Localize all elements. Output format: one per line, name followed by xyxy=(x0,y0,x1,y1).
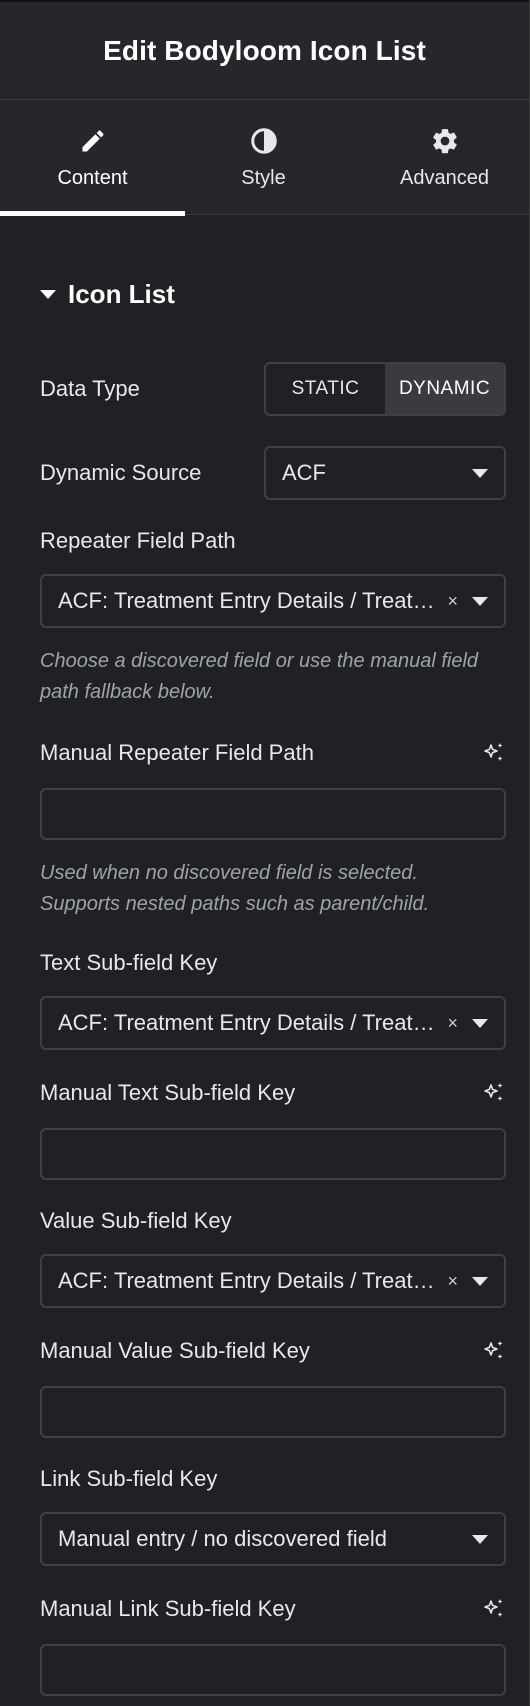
half-circle-icon xyxy=(248,125,280,157)
data-type-label: Data Type xyxy=(40,376,140,401)
chevron-down-icon xyxy=(472,596,488,606)
value-subfield-label: Value Sub-field Key xyxy=(40,1208,232,1233)
manual-repeater-input[interactable] xyxy=(40,788,506,840)
caret-down-icon xyxy=(40,289,56,299)
manual-value-subfield-input[interactable] xyxy=(40,1386,506,1438)
tab-content-label: Content xyxy=(57,167,128,189)
section-title: Icon List xyxy=(68,278,175,309)
repeater-field-value: ACF: Treatment Entry Details / Treatment… xyxy=(58,588,444,613)
gear-icon xyxy=(429,125,461,157)
link-subfield-select[interactable]: Manual entry / no discovered field xyxy=(40,1512,506,1566)
sparkle-icon[interactable] xyxy=(482,1597,506,1621)
repeater-field-help: Choose a discovered field or use the man… xyxy=(40,650,479,703)
sparkle-icon[interactable] xyxy=(482,1339,506,1363)
value-subfield-select[interactable]: ACF: Treatment Entry Details / Treatment… xyxy=(40,1254,506,1308)
clear-icon[interactable]: × xyxy=(447,1271,458,1292)
data-type-dynamic-button[interactable]: DYNAMIC xyxy=(385,364,504,414)
panel-header: Edit Bodyloom Icon List xyxy=(0,0,529,100)
manual-repeater-label: Manual Repeater Field Path xyxy=(40,740,314,765)
chevron-down-icon xyxy=(472,468,488,478)
manual-text-subfield-label: Manual Text Sub-field Key xyxy=(40,1080,296,1105)
tab-bar: Content Style Advanced xyxy=(0,100,530,216)
clear-icon[interactable]: × xyxy=(447,1013,458,1034)
sparkle-icon[interactable] xyxy=(482,1081,506,1105)
manual-link-subfield-label: Manual Link Sub-field Key xyxy=(40,1596,296,1621)
dynamic-source-select[interactable]: ACF xyxy=(264,446,506,500)
chevron-down-icon xyxy=(472,1534,488,1544)
editor-panel: Edit Bodyloom Icon List Content Style Ad… xyxy=(0,0,530,1706)
chevron-down-icon xyxy=(472,1018,488,1028)
value-subfield-value: ACF: Treatment Entry Details / Treatment… xyxy=(58,1268,444,1293)
active-tab-indicator xyxy=(0,211,185,216)
manual-value-subfield-label: Manual Value Sub-field Key xyxy=(40,1338,310,1363)
dynamic-source-label: Dynamic Source xyxy=(40,460,202,485)
panel-title: Edit Bodyloom Icon List xyxy=(103,34,426,66)
data-type-toggle: STATIC DYNAMIC xyxy=(264,362,506,416)
repeater-field-label: Repeater Field Path xyxy=(40,528,236,553)
link-subfield-label: Link Sub-field Key xyxy=(40,1466,218,1491)
dynamic-source-value: ACF xyxy=(282,460,326,485)
tab-style-label: Style xyxy=(241,167,286,189)
repeater-field-select[interactable]: ACF: Treatment Entry Details / Treatment… xyxy=(40,574,506,628)
text-subfield-select[interactable]: ACF: Treatment Entry Details / Treatment… xyxy=(40,996,506,1050)
data-type-static-button[interactable]: STATIC xyxy=(266,364,385,414)
tab-advanced[interactable]: Advanced xyxy=(352,100,530,215)
text-subfield-value: ACF: Treatment Entry Details / Treatment… xyxy=(58,1010,444,1035)
sparkle-icon[interactable] xyxy=(482,741,506,765)
tab-advanced-label: Advanced xyxy=(400,167,489,189)
pencil-icon xyxy=(77,125,109,157)
section-icon-list-toggle[interactable]: Icon List xyxy=(40,278,175,310)
text-subfield-label: Text Sub-field Key xyxy=(40,950,218,975)
tab-style[interactable]: Style xyxy=(185,100,342,215)
chevron-down-icon xyxy=(472,1276,488,1286)
manual-text-subfield-input[interactable] xyxy=(40,1128,506,1180)
clear-icon[interactable]: × xyxy=(447,591,458,612)
link-subfield-value: Manual entry / no discovered field xyxy=(58,1526,387,1551)
tab-content[interactable]: Content xyxy=(0,100,185,216)
manual-link-subfield-input[interactable] xyxy=(40,1644,506,1696)
manual-repeater-help: Used when no discovered field is selecte… xyxy=(40,862,430,915)
